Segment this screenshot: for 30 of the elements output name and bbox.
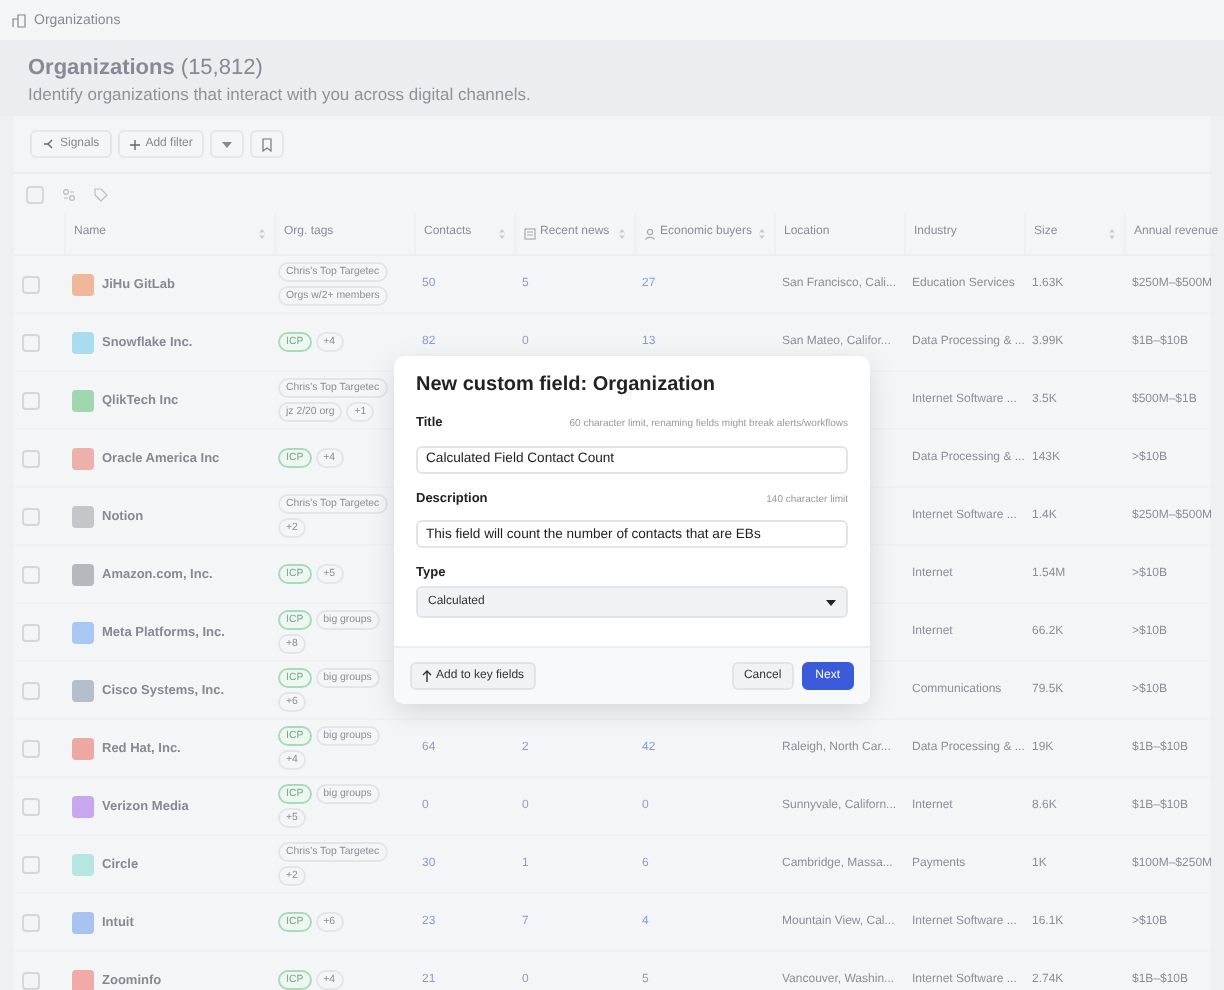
row-checkbox[interactable] bbox=[22, 391, 40, 409]
page-subtitle: Identify organizations that interact with you across digital channels. bbox=[28, 84, 533, 104]
row-checkbox[interactable] bbox=[22, 681, 40, 699]
row-checkbox[interactable] bbox=[22, 333, 40, 351]
row-checkbox[interactable] bbox=[22, 797, 40, 815]
row-checkbox[interactable] bbox=[22, 449, 40, 467]
plus-icon bbox=[129, 139, 140, 149]
caret-icon bbox=[222, 141, 233, 147]
row-checkbox[interactable] bbox=[22, 913, 40, 931]
news-icon bbox=[524, 228, 536, 240]
row-checkbox[interactable] bbox=[22, 565, 40, 583]
row-checkbox[interactable] bbox=[22, 739, 40, 757]
group-icon[interactable] bbox=[62, 187, 76, 201]
signals-icon bbox=[42, 138, 54, 150]
dialog-title: New custom field: Organization bbox=[414, 372, 717, 400]
row-checkbox[interactable] bbox=[22, 623, 40, 641]
row-checkbox[interactable] bbox=[22, 275, 40, 293]
arrow-up-icon bbox=[422, 670, 432, 682]
row-checkbox[interactable] bbox=[22, 855, 40, 873]
person-icon bbox=[644, 228, 656, 240]
bookmark-button[interactable] bbox=[250, 130, 285, 158]
filter-dropdown-button[interactable] bbox=[210, 130, 245, 158]
caret-icon bbox=[826, 599, 836, 605]
tag-icon[interactable] bbox=[94, 187, 108, 201]
row-checkbox[interactable] bbox=[22, 971, 40, 989]
page-title: Organizations (15,812) bbox=[28, 56, 265, 80]
building-icon bbox=[12, 13, 26, 27]
select-all-checkbox[interactable] bbox=[26, 185, 44, 203]
row-checkbox[interactable] bbox=[22, 507, 40, 525]
bookmark-icon bbox=[262, 137, 273, 151]
